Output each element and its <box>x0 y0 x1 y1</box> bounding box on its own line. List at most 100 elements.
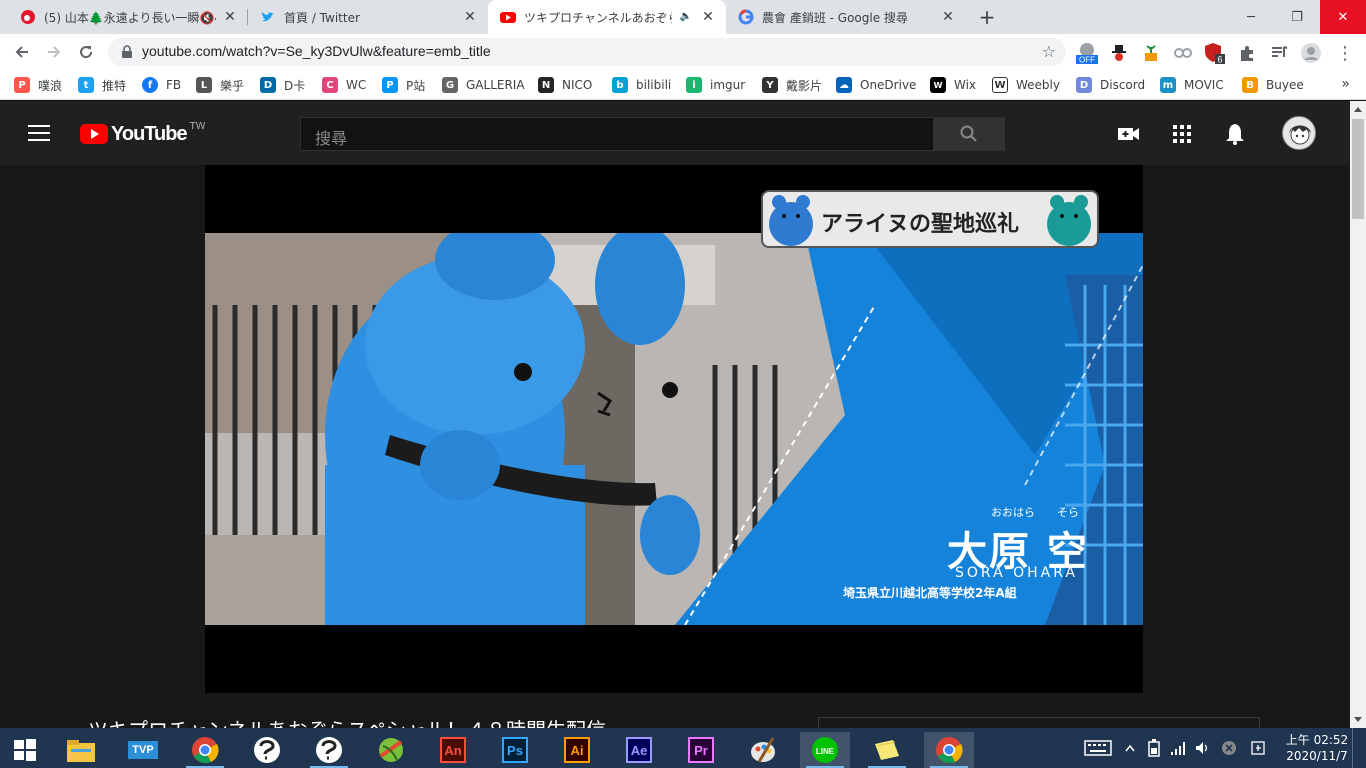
video-player[interactable]: アライヌの聖地巡礼 おおはら そら 大原 空 SORA OHARA 埼玉県立川越… <box>205 165 1143 693</box>
bookmark-twitter[interactable]: t 推特 <box>78 76 126 94</box>
youtube-logo[interactable]: YouTube TW <box>80 121 206 145</box>
bookmark-nico[interactable]: N NICO <box>538 76 592 94</box>
show-desktop-button[interactable] <box>1352 728 1366 768</box>
tab-plurk[interactable]: (5) 山本🌲永遠より長い一瞬🔇46 ✕ <box>8 0 248 34</box>
segment-banner: アライヌの聖地巡礼 <box>761 190 1099 248</box>
browser-toolbar: youtube.com/watch?v=Se_ky3DvUlw&feature=… <box>0 34 1366 70</box>
clip-studio-2-icon[interactable] <box>304 732 354 768</box>
svg-text:6: 6 <box>1217 55 1222 65</box>
new-tab-button[interactable]: + <box>976 6 998 28</box>
premiere-icon[interactable]: Pr <box>676 732 726 768</box>
tvp-icon[interactable]: TVP <box>118 732 168 768</box>
bookmark-bilibili[interactable]: b bilibili <box>612 76 671 94</box>
bookmark-lofter[interactable]: L 樂乎 <box>196 76 244 94</box>
bookmark-discord[interactable]: D Discord <box>1076 76 1145 94</box>
bookmark-weebly[interactable]: W Weebly <box>992 76 1060 94</box>
bookmark-onedrive[interactable]: ☁ OneDrive <box>836 76 916 94</box>
create-video-icon[interactable] <box>1117 122 1141 146</box>
photoshop-icon[interactable]: Ps <box>490 732 540 768</box>
tab-twitter[interactable]: 首頁 / Twitter ✕ <box>248 0 488 34</box>
bookmark-video-download[interactable]: Y 戴影片 <box>762 76 822 94</box>
profile-icon[interactable] <box>1300 42 1322 64</box>
globe-app-icon[interactable] <box>366 732 416 768</box>
weebly-icon: W <box>992 77 1008 93</box>
bookmark-galleria[interactable]: G GALLERIA <box>442 76 525 94</box>
tab-close-icon[interactable]: ✕ <box>700 9 716 25</box>
back-button[interactable] <box>8 38 36 66</box>
plurk-icon: P <box>14 77 30 93</box>
off-extension-icon[interactable]: OFF <box>1076 42 1098 64</box>
after-effects-icon[interactable]: Ae <box>614 732 664 768</box>
tab-strip: (5) 山本🌲永遠より長い一瞬🔇46 ✕ 首頁 / Twitter ✕ ツキプロ… <box>0 0 1366 34</box>
chrome-icon[interactable] <box>180 732 230 768</box>
scroll-down-icon[interactable] <box>1354 717 1362 722</box>
search-button[interactable] <box>933 117 1005 151</box>
line-icon[interactable]: LINE <box>800 732 850 768</box>
bookmark-imgur[interactable]: i imgur <box>686 76 745 94</box>
media-queue-icon[interactable] <box>1268 42 1290 64</box>
plant-extension-icon[interactable] <box>1140 42 1162 64</box>
animate-icon[interactable]: An <box>428 732 478 768</box>
restore-button[interactable]: ❐ <box>1274 0 1320 34</box>
puzzle-extensions-icon[interactable] <box>1236 42 1258 64</box>
scroll-thumb[interactable] <box>1352 119 1364 219</box>
furigana-given: そら <box>1057 506 1079 519</box>
onedrive-icon: ☁ <box>836 77 852 93</box>
weibo-icon <box>20 9 36 25</box>
bookmark-dcard[interactable]: D D卡 <box>260 76 305 94</box>
bookmark-fb[interactable]: f FB <box>142 76 181 94</box>
network-signal-icon[interactable] <box>1168 736 1188 760</box>
bookmark-movic[interactable]: m MOVIC <box>1160 76 1224 94</box>
bookmark-buyee[interactable]: B Buyee <box>1242 76 1304 94</box>
back-arrow-icon <box>15 46 28 58</box>
address-bar[interactable]: youtube.com/watch?v=Se_ky3DvUlw&feature=… <box>108 38 1066 66</box>
scroll-up-icon[interactable] <box>1354 107 1362 112</box>
close-circle-icon[interactable] <box>1218 736 1240 760</box>
bookmark-wix[interactable]: W Wix <box>930 76 976 94</box>
illustrator-icon[interactable]: Ai <box>552 732 602 768</box>
battery-icon[interactable] <box>1144 736 1164 760</box>
taskbar-clock[interactable]: 上午 02:52 2020/11/7 <box>1282 732 1352 764</box>
forward-arrow-icon <box>48 46 61 58</box>
volume-icon[interactable] <box>1192 736 1212 760</box>
tab-google[interactable]: 農會 產銷班 - Google 搜尋 ✕ <box>726 0 966 34</box>
page-scrollbar[interactable] <box>1350 101 1366 728</box>
bookmark-wc[interactable]: C WC <box>322 76 366 94</box>
tab-close-icon[interactable]: ✕ <box>462 9 478 25</box>
spy-extension-icon[interactable] <box>1108 42 1130 64</box>
reload-button[interactable] <box>72 38 100 66</box>
tab-title: 首頁 / Twitter <box>284 10 360 25</box>
tab-title: 農會 產銷班 - Google 搜尋 <box>762 10 908 25</box>
apps-grid-icon[interactable] <box>1170 122 1194 146</box>
avatar[interactable] <box>1282 116 1316 150</box>
sticky-notes-icon[interactable] <box>862 732 912 768</box>
bookmark-pixiv[interactable]: P P站 <box>382 76 425 94</box>
forward-button[interactable] <box>40 38 68 66</box>
tab-close-icon[interactable]: ✕ <box>222 9 238 25</box>
file-explorer-icon[interactable] <box>56 732 106 768</box>
search-placeholder: 搜尋 <box>315 129 348 148</box>
chrome-active-icon[interactable] <box>924 732 974 768</box>
bookmarks-overflow-button[interactable]: » <box>1341 76 1350 92</box>
tab-audio-icon[interactable]: 🔈 <box>678 9 694 25</box>
youtube-play-icon <box>80 124 108 144</box>
close-window-button[interactable]: ✕ <box>1320 0 1366 34</box>
link-extension-icon[interactable] <box>1172 42 1194 64</box>
search-input[interactable]: 搜尋 <box>300 117 934 151</box>
more-menu-icon[interactable]: ⋮ <box>1334 42 1356 64</box>
touch-keyboard-icon[interactable] <box>1082 736 1114 760</box>
paint-icon[interactable] <box>738 732 788 768</box>
ime-icon[interactable] <box>1246 736 1270 760</box>
ublock-extension-icon[interactable]: 6 <box>1204 42 1226 64</box>
clip-studio-icon[interactable] <box>242 732 292 768</box>
start-button[interactable] <box>0 732 50 768</box>
bookmark-plurk[interactable]: P 噗浪 <box>14 76 62 94</box>
bookmark-star-icon[interactable]: ☆ <box>1042 42 1056 61</box>
tab-youtube[interactable]: ツキプロチャンネルあおぞら 🔈 ✕ <box>488 0 726 34</box>
notifications-bell-icon[interactable] <box>1223 122 1247 146</box>
tab-close-icon[interactable]: ✕ <box>940 9 956 25</box>
minimize-button[interactable]: ─ <box>1228 0 1274 34</box>
menu-icon[interactable] <box>28 125 50 141</box>
chevron-up-icon[interactable] <box>1122 736 1138 760</box>
galleria-icon: G <box>442 77 458 93</box>
